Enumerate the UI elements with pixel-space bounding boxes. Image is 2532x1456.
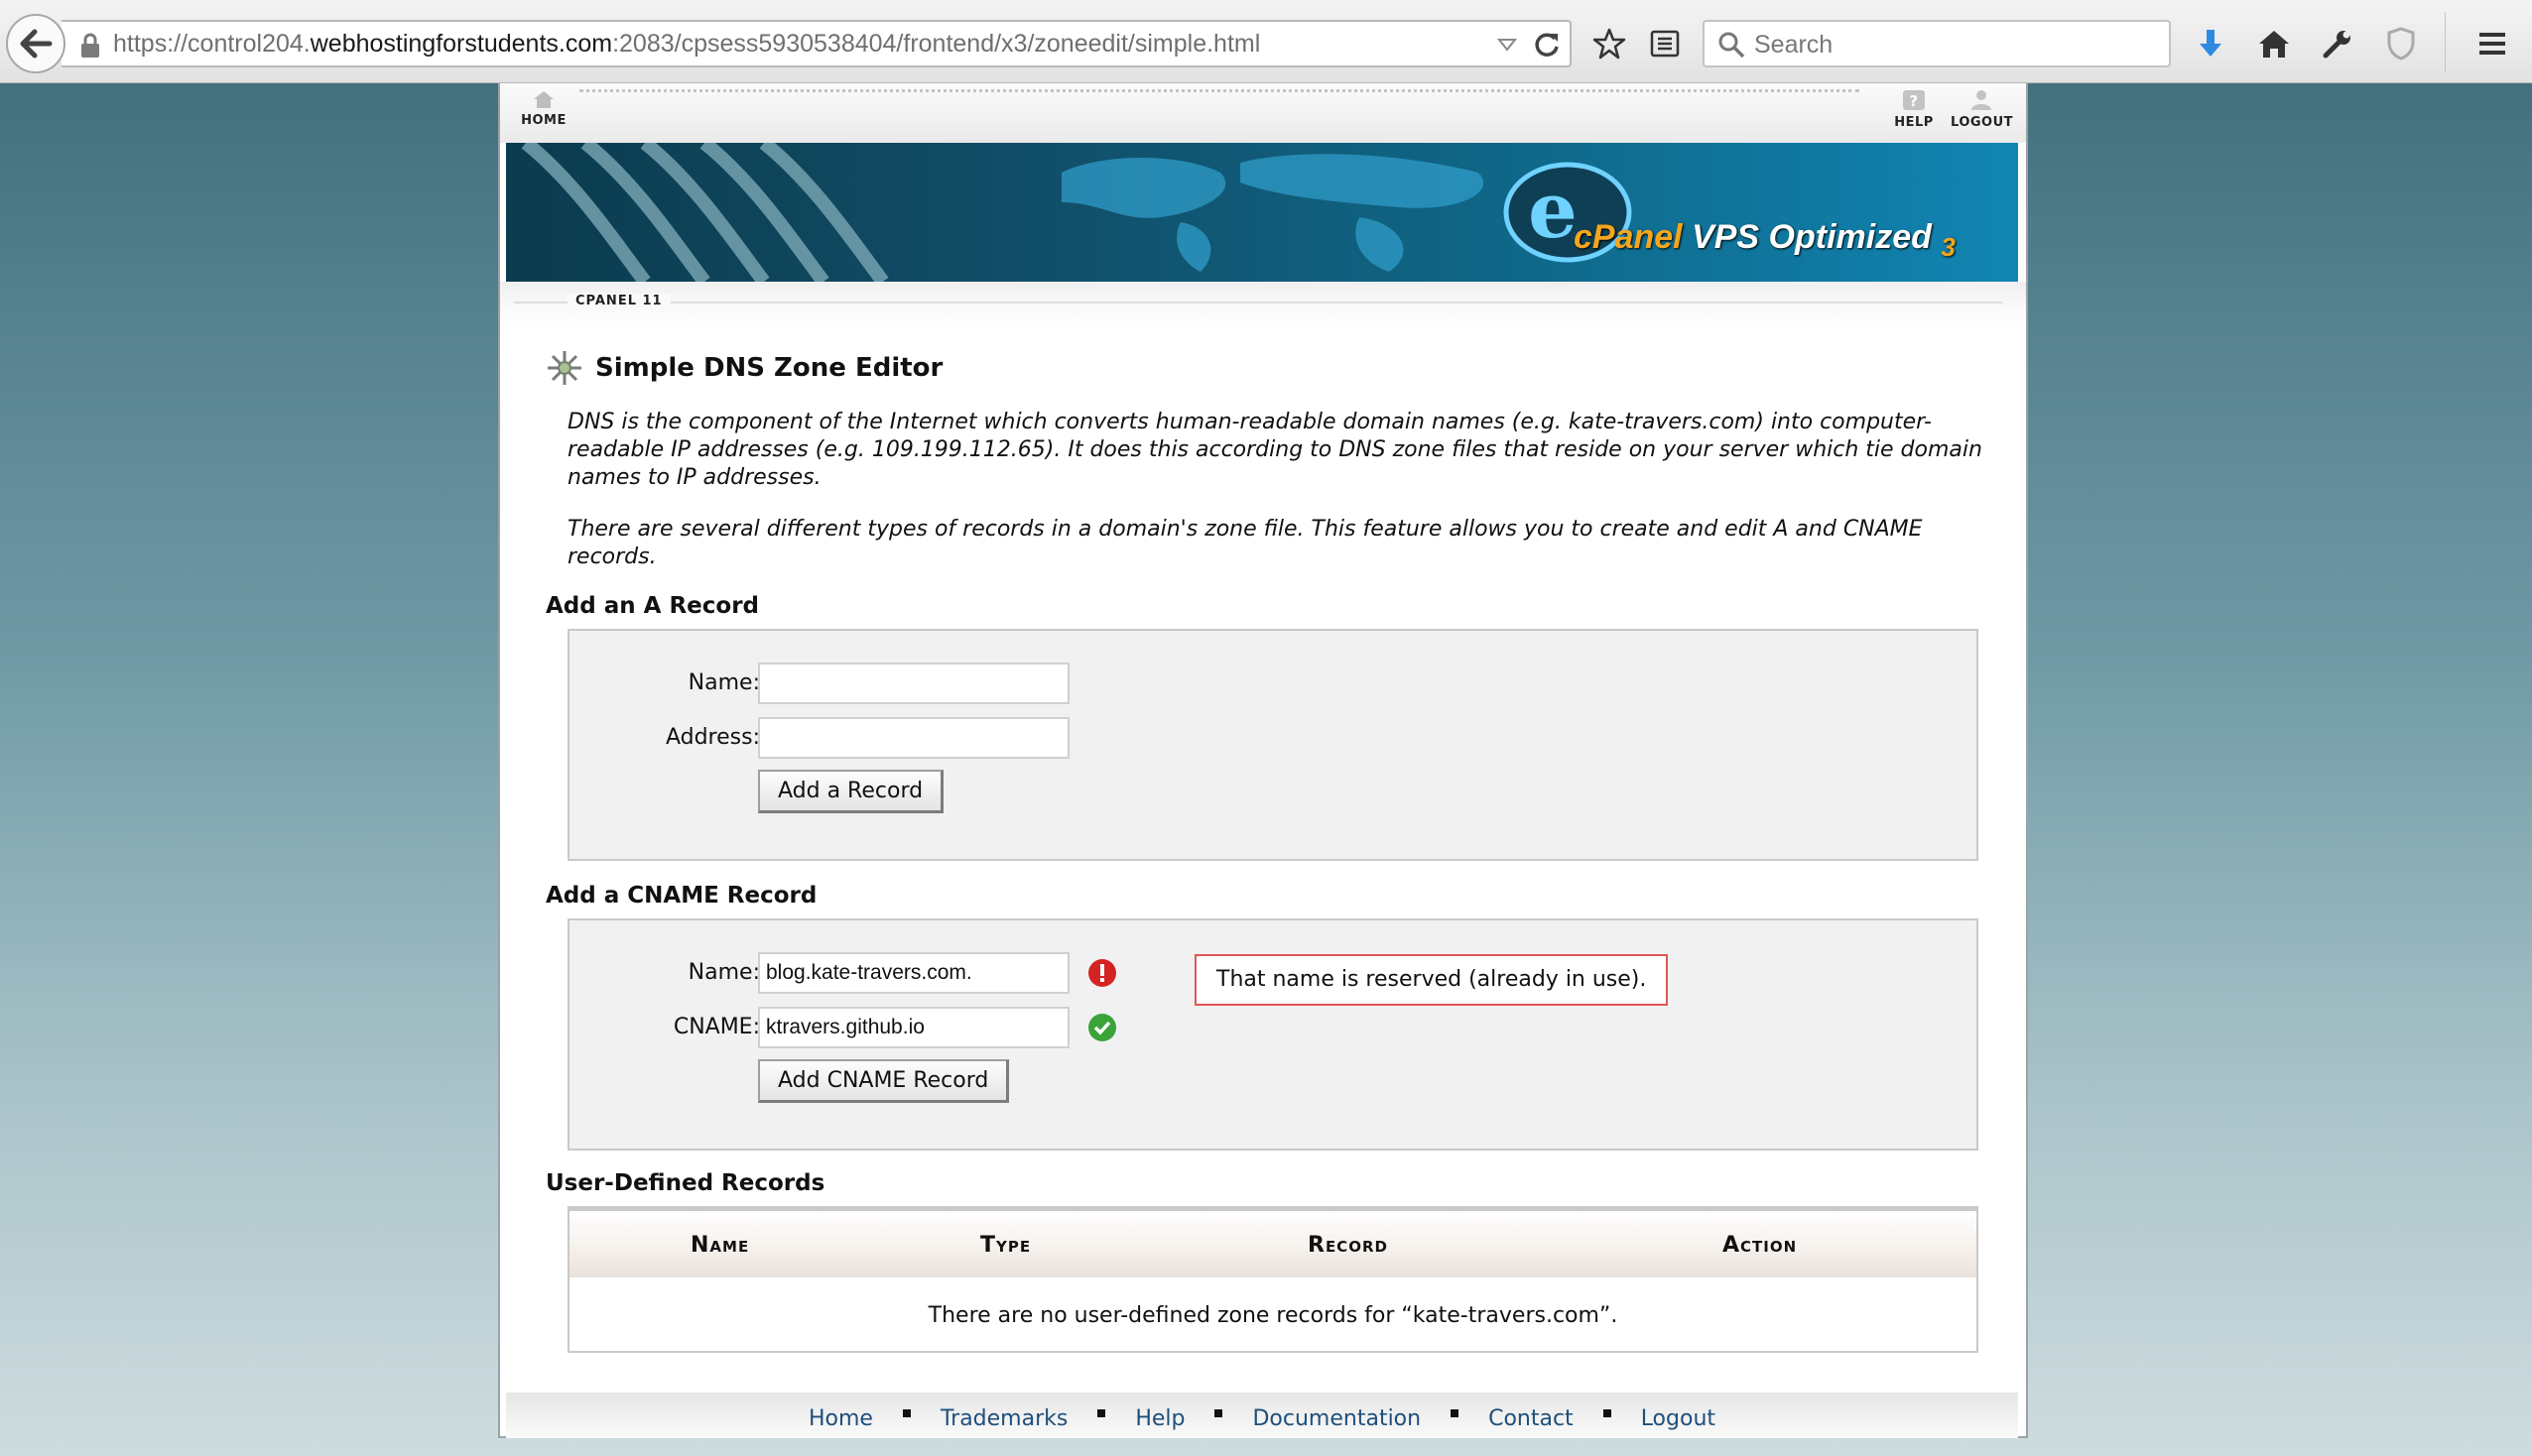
lock-icon [79,33,101,62]
column-header-type: Type [980,1233,1032,1258]
back-button[interactable] [6,14,65,73]
nav-dotted-line [579,89,1859,92]
footer: Home Trademarks Help Documentation Conta… [506,1393,2018,1438]
home-icon[interactable] [2252,22,2296,65]
top-nav: HOME ? HELP LOGOUT [500,83,2026,143]
add-a-record-button[interactable]: Add a Record [758,770,945,813]
table-header: Name Type Record Action [570,1208,1976,1277]
home-nav-icon [534,91,554,108]
cpanel-banner: e cPanel VPS Optimized 3 [506,143,2018,282]
menu-icon[interactable] [2470,22,2514,65]
dns-zone-icon [548,351,581,385]
description-dns: DNS is the component of the Internet whi… [568,410,1982,490]
search-bar[interactable]: Search [1703,20,2171,67]
empty-records-message: There are no user-defined zone records f… [928,1303,1618,1328]
version-bar: CPANEL 11 [500,282,2026,325]
cname-name-label: Name: [688,960,760,985]
a-record-form: Name: Address: Add a Record [568,629,1978,861]
nav-help[interactable]: ? HELP [1891,89,1937,130]
footer-separator [1451,1408,1459,1417]
a-name-label: Name: [688,670,760,695]
footer-link-home[interactable]: Home [809,1406,873,1431]
footer-link-trademarks[interactable]: Trademarks [941,1406,1068,1431]
add-cname-record-button[interactable]: Add CNAME Record [758,1059,1010,1103]
wrench-icon[interactable] [2316,22,2359,65]
column-header-record: Record [1308,1233,1388,1258]
footer-links: Home Trademarks Help Documentation Conta… [506,1406,2018,1431]
nav-logout[interactable]: LOGOUT [1951,89,2014,130]
column-header-action: Action [1722,1233,1798,1258]
bookmark-star-icon[interactable] [1587,22,1631,65]
banner-version-mark: 3 [1941,231,1956,262]
cname-target-input[interactable] [758,1007,1070,1048]
url-history-dropdown-icon[interactable] [1496,34,1518,60]
cpanel-page: HOME ? HELP LOGOUT e cPanel VPS Optimize… [498,83,2028,1438]
error-icon [1087,958,1117,992]
user-records-table: Name Type Record Action There are no use… [568,1206,1978,1353]
description-records: There are several different types of rec… [568,517,1923,569]
url-bar[interactable]: https://control204.webhostingforstudents… [62,20,1572,67]
footer-separator [902,1408,911,1417]
a-address-label: Address: [665,725,760,750]
nav-help-label: HELP [1894,115,1934,130]
svg-text:?: ? [1909,92,1918,110]
success-check-icon [1087,1013,1117,1046]
user-records-section-title: User-Defined Records [546,1170,825,1196]
nav-home-label: HOME [521,113,567,128]
version-label: CPANEL 11 [568,294,671,308]
logout-nav-icon [1971,90,1991,110]
cname-error-message: That name is reserved (already in use). [1195,954,1669,1006]
banner-brand: cPanel VPS Optimized 3 [1574,218,1956,263]
footer-link-help[interactable]: Help [1135,1406,1185,1431]
a-record-section-title: Add an A Record [546,593,759,619]
svg-text:e: e [1528,166,1578,256]
footer-separator [1602,1408,1611,1417]
nav-logout-label: LOGOUT [1951,115,2014,130]
browser-toolbar: https://control204.webhostingforstudents… [0,0,2532,83]
title-row: Simple DNS Zone Editor [546,349,943,387]
banner-product: VPS Optimized [1692,218,1932,256]
search-placeholder: Search [1754,31,1834,59]
banner-brand-cpanel: cPanel [1574,218,1683,256]
back-arrow-icon [20,29,53,59]
a-address-input[interactable] [758,717,1070,759]
column-header-name: Name [691,1233,750,1258]
search-icon [1716,30,1746,63]
help-nav-icon: ? [1903,90,1925,110]
footer-link-contact[interactable]: Contact [1488,1406,1574,1431]
footer-separator [1097,1408,1106,1417]
footer-link-documentation[interactable]: Documentation [1252,1406,1421,1431]
cname-record-form: Name: That name is reserved (already in … [568,918,1978,1151]
cname-section-title: Add a CNAME Record [546,883,818,909]
toolbar-separator [2445,12,2446,71]
reading-list-icon[interactable] [1643,22,1687,65]
shield-icon[interactable] [2379,22,2423,65]
footer-separator [1214,1408,1223,1417]
reload-icon[interactable] [1532,30,1562,63]
footer-link-logout[interactable]: Logout [1641,1406,1715,1431]
nav-home[interactable]: HOME [520,89,568,128]
download-icon[interactable] [2189,22,2232,65]
page-title: Simple DNS Zone Editor [595,353,944,383]
a-name-input[interactable] [758,663,1070,704]
url-text: https://control204.webhostingforstudents… [113,30,1261,58]
cname-target-label: CNAME: [673,1015,760,1039]
cname-name-input[interactable] [758,952,1070,994]
version-bar-line [514,302,2002,303]
